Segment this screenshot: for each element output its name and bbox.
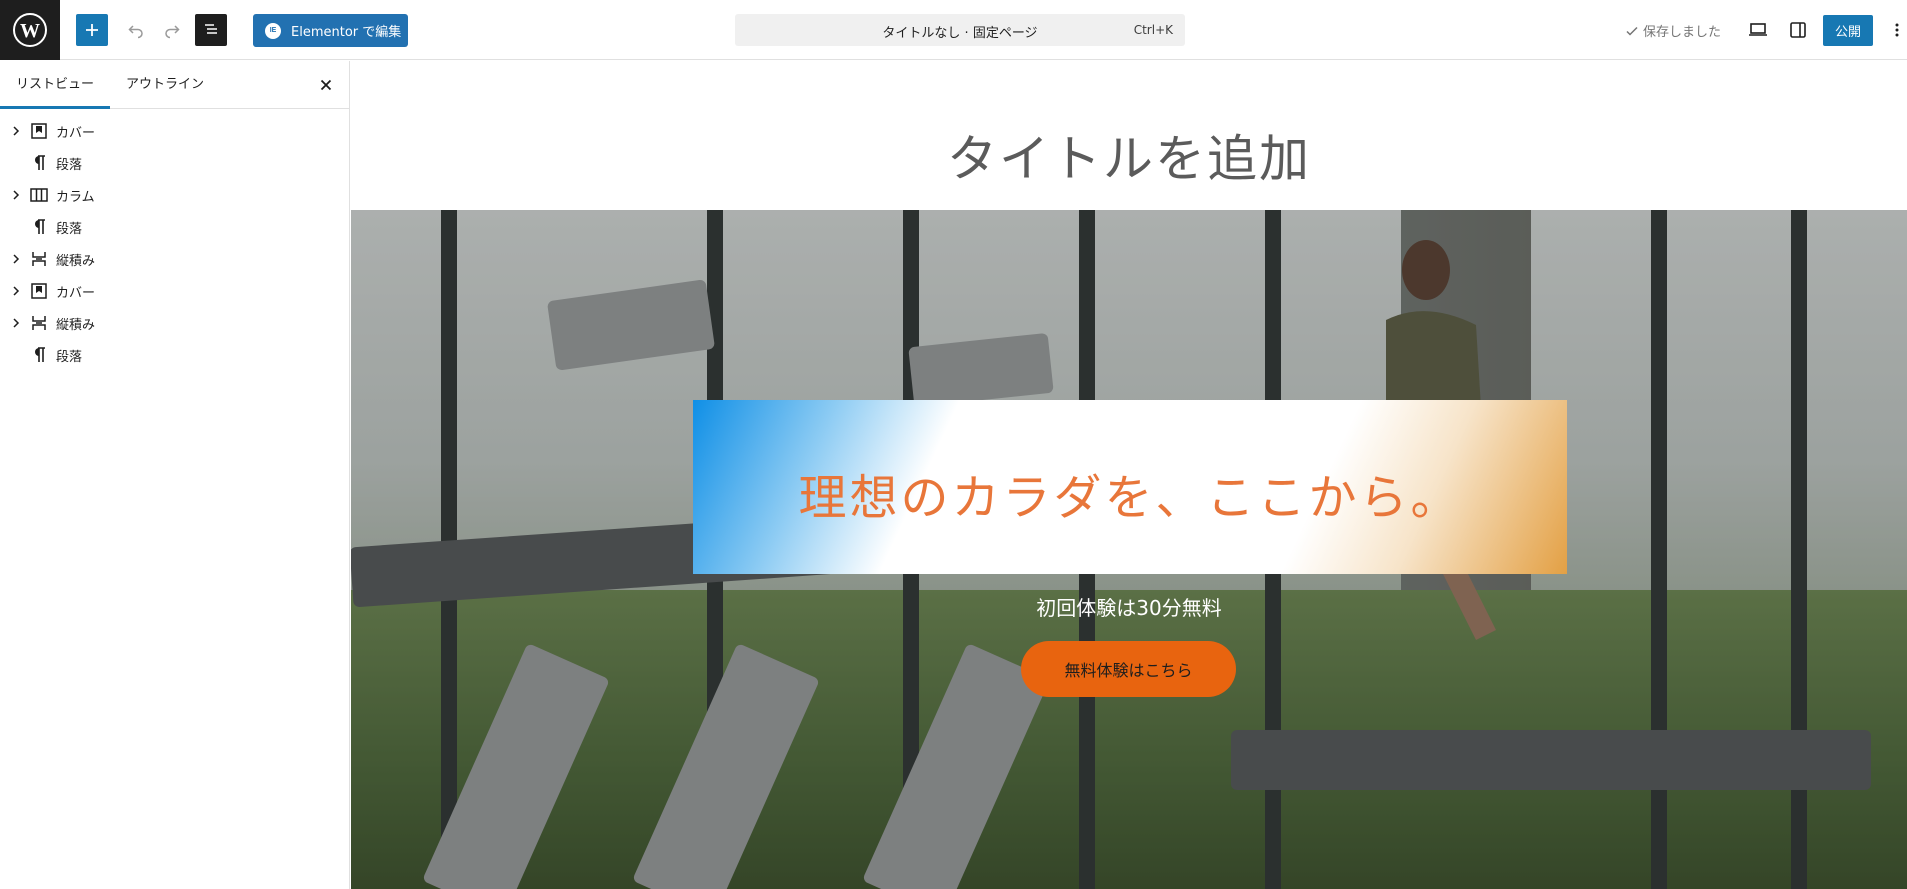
chevron-right-icon[interactable] xyxy=(10,253,22,265)
options-menu-button[interactable] xyxy=(1888,14,1906,46)
list-item-label: 段落 xyxy=(56,157,83,173)
list-item[interactable]: 縦積み xyxy=(0,243,349,275)
cover-icon xyxy=(30,122,48,140)
sidebar-icon xyxy=(1790,22,1806,38)
chevron-right-icon[interactable] xyxy=(10,189,22,201)
saved-label: 保存しました xyxy=(1643,25,1722,40)
undo-button[interactable] xyxy=(120,14,152,46)
more-vertical-icon xyxy=(1895,23,1899,37)
list-item[interactable]: 縦積み xyxy=(0,307,349,339)
saved-status: 保存しました xyxy=(1625,21,1721,40)
chevron-right-icon[interactable] xyxy=(10,285,22,297)
elementor-button-label: Elementor で編集 xyxy=(291,25,402,40)
hero-subtext[interactable]: 初回体験は30分無料 xyxy=(351,592,1907,621)
list-item[interactable]: カラム xyxy=(0,179,349,211)
stack-icon xyxy=(30,250,48,268)
command-palette-bar[interactable]: タイトルなし · 固定ページ Ctrl+K xyxy=(735,14,1185,46)
stack-icon xyxy=(30,314,48,332)
block-tree: カバー 段落 カラム 段落 縦積み カバー 縦積み 段落 xyxy=(0,109,349,371)
hero-heading[interactable]: 理想のカラダを、ここから。 xyxy=(693,458,1567,528)
list-item-label: カバー xyxy=(56,125,96,141)
page-title-placeholder[interactable]: タイトルを追加 xyxy=(351,119,1907,191)
list-item-label: 縦積み xyxy=(56,253,96,269)
redo-icon xyxy=(165,25,180,39)
hero-heading-box[interactable]: 理想のカラダを、ここから。 xyxy=(693,400,1567,574)
svg-text:W: W xyxy=(20,20,40,42)
close-icon xyxy=(320,79,332,91)
list-item-label: 段落 xyxy=(56,349,83,365)
paragraph-icon xyxy=(30,218,48,236)
list-item[interactable]: 段落 xyxy=(0,211,349,243)
close-panel-button[interactable] xyxy=(316,75,336,95)
list-item-label: カラム xyxy=(56,189,95,205)
publish-button[interactable]: 公開 xyxy=(1823,15,1873,46)
tab-list-view[interactable]: リストビュー xyxy=(0,61,110,109)
chevron-right-icon[interactable] xyxy=(10,317,22,329)
block-inserter-button[interactable] xyxy=(76,14,108,46)
editor-toolbar: W IE Elementor で編集 タイトルなし · 固定ページ Ctrl+K xyxy=(0,0,1907,60)
list-item-label: 段落 xyxy=(56,221,83,237)
document-overview-button[interactable] xyxy=(195,14,227,46)
free-trial-button[interactable]: 無料体験はこちら xyxy=(1021,641,1236,697)
list-view-icon xyxy=(205,24,217,34)
chevron-right-icon[interactable] xyxy=(10,125,22,137)
plus-icon xyxy=(86,24,98,36)
tab-outline[interactable]: アウトライン xyxy=(110,61,220,109)
check-icon xyxy=(1626,26,1638,36)
list-item[interactable]: 段落 xyxy=(0,147,349,179)
cover-icon xyxy=(30,282,48,300)
settings-sidebar-button[interactable] xyxy=(1782,14,1814,46)
preview-button[interactable] xyxy=(1742,14,1774,46)
paragraph-icon xyxy=(30,346,48,364)
redo-button[interactable] xyxy=(156,14,188,46)
wordpress-logo-icon[interactable]: W xyxy=(0,0,60,60)
columns-icon xyxy=(30,186,48,204)
undo-icon xyxy=(128,25,143,39)
list-view-panel: リストビュー アウトライン カバー 段落 カラム 段落 縦積み カバー 縦積み … xyxy=(0,61,350,889)
list-item[interactable]: カバー xyxy=(0,115,349,147)
desktop-icon xyxy=(1749,23,1767,36)
document-title: タイトルなし · 固定ページ xyxy=(882,26,1038,41)
panel-tabs: リストビュー アウトライン xyxy=(0,61,349,109)
list-item-label: カバー xyxy=(56,285,96,301)
cover-block[interactable]: 理想のカラダを、ここから。 初回体験は30分無料 無料体験はこちら xyxy=(351,210,1907,889)
elementor-icon: IE xyxy=(265,22,281,39)
paragraph-icon xyxy=(30,154,48,172)
list-item[interactable]: 段落 xyxy=(0,339,349,371)
edit-with-elementor-button[interactable]: IE Elementor で編集 xyxy=(253,14,408,47)
keyboard-shortcut: Ctrl+K xyxy=(1133,23,1173,37)
editor-canvas: タイトルを追加 理想のカラダを、ここから。 初回体験は30分無料 無料体験はこち… xyxy=(351,61,1907,889)
list-item-label: 縦積み xyxy=(56,317,96,333)
list-item[interactable]: カバー xyxy=(0,275,349,307)
